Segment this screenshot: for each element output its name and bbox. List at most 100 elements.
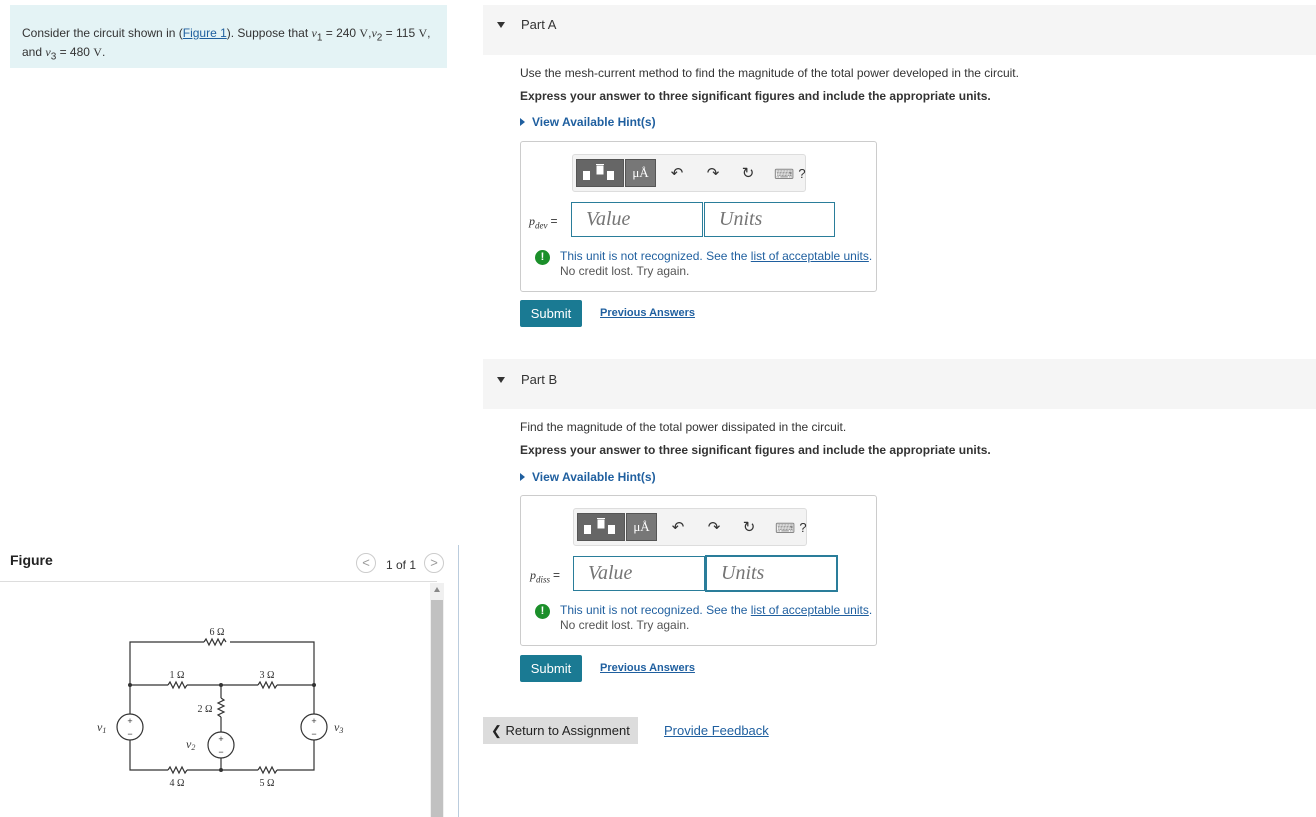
- acceptable-units-link[interactable]: list of acceptable units: [751, 603, 869, 617]
- label-5ohm: 5 Ω: [260, 778, 275, 789]
- hint-label: View Available Hint(s): [532, 470, 656, 484]
- separator: ,: [427, 26, 431, 40]
- part-b-instruction: Express your answer to three significant…: [520, 443, 991, 457]
- math-toolbar: μÅ ↶ ↷ ↻ ⌨ ?: [572, 154, 806, 192]
- resistor-6ohm: [203, 637, 227, 647]
- figure-scrollbar[interactable]: [430, 583, 444, 817]
- v1-minus-sign: −: [127, 729, 132, 739]
- expand-triangle-icon: [520, 473, 525, 481]
- figure-label: Figure: [10, 552, 53, 568]
- units-button[interactable]: μÅ: [626, 513, 657, 541]
- figure-divider: [0, 581, 437, 582]
- keyboard-icon[interactable]: ⌨: [775, 520, 795, 536]
- figure-pager-text: 1 of 1: [386, 558, 417, 572]
- undo-icon[interactable]: ↶: [669, 166, 685, 182]
- v3-minus-sign: −: [311, 729, 316, 739]
- v2-plus-sign: +: [218, 734, 223, 744]
- template-icon: [583, 164, 614, 180]
- circuit-diagram: + − + − + − 6 Ω 1 Ω 3 Ω 2 Ω 4 Ω 5 Ω v1 v…: [97, 627, 343, 789]
- return-to-assignment-button[interactable]: ❮ Return to Assignment: [483, 717, 638, 744]
- error-period: .: [868, 249, 873, 263]
- v1-label-sub: 1: [102, 726, 106, 735]
- label-2ohm: 2 Ω: [198, 704, 213, 715]
- help-icon[interactable]: ?: [794, 166, 810, 182]
- acceptable-units-link[interactable]: list of acceptable units: [751, 249, 869, 263]
- panel-divider: [458, 545, 459, 817]
- v3-label-sub: 3: [338, 726, 343, 735]
- part-b-question: Find the magnitude of the total power di…: [520, 420, 847, 434]
- collapse-caret-icon[interactable]: [497, 377, 505, 383]
- part-a-question: Use the mesh-current method to find the …: [520, 66, 1019, 80]
- error-period: .: [868, 603, 873, 617]
- reset-icon[interactable]: ↻: [740, 166, 756, 182]
- part-a-submit-button[interactable]: Submit: [520, 300, 582, 327]
- resistor-2ohm: [216, 697, 226, 718]
- p-dev-label: pdev =: [529, 214, 558, 230]
- resistor-1ohm: [167, 680, 188, 690]
- part-a-previous-answers-link[interactable]: Previous Answers: [600, 307, 695, 319]
- redo-icon[interactable]: ↷: [705, 166, 721, 182]
- p-diss-label: pdiss =: [530, 568, 560, 584]
- part-b-previous-answers-link[interactable]: Previous Answers: [600, 662, 695, 674]
- figure-link[interactable]: Figure 1: [183, 26, 227, 40]
- label-6ohm: 6 Ω: [210, 627, 225, 638]
- v1-plus-sign: +: [127, 716, 132, 726]
- scroll-thumb: [431, 600, 443, 817]
- chevron-left-icon: ❮: [491, 723, 502, 738]
- part-b-submit-button[interactable]: Submit: [520, 655, 582, 682]
- template-button[interactable]: [577, 513, 625, 541]
- error-icon: !: [535, 250, 550, 265]
- template-button[interactable]: [576, 159, 624, 187]
- provide-feedback-link[interactable]: Provide Feedback: [664, 723, 769, 738]
- error-text: This unit is not recognized. See the: [560, 249, 751, 263]
- math-toolbar: μÅ ↶ ↷ ↻ ⌨ ?: [573, 508, 807, 546]
- var-subscript: dev: [535, 220, 548, 231]
- units-input[interactable]: [704, 202, 835, 237]
- problem-intro: Consider the circuit shown in (: [22, 26, 183, 40]
- expand-triangle-icon: [520, 118, 525, 126]
- value-input[interactable]: [573, 556, 705, 591]
- part-a-title: Part A: [521, 17, 557, 32]
- part-a-answer-box: μÅ ↶ ↷ ↻ ⌨ ? pdev = ! This unit is not r…: [520, 141, 877, 292]
- v2-equals: = 115: [382, 26, 419, 40]
- part-b-hint-toggle[interactable]: View Available Hint(s): [520, 470, 656, 484]
- part-b-title: Part B: [521, 372, 558, 387]
- resistor-5ohm: [257, 765, 278, 775]
- svg-text:v2: v2: [186, 737, 195, 752]
- keyboard-icon[interactable]: ⌨: [774, 166, 794, 182]
- units-input[interactable]: [706, 556, 837, 591]
- label-4ohm: 4 Ω: [170, 778, 185, 789]
- redo-icon[interactable]: ↷: [706, 520, 722, 536]
- undo-icon[interactable]: ↶: [670, 520, 686, 536]
- value-input[interactable]: [571, 202, 703, 237]
- error-message: This unit is not recognized. See the lis…: [560, 249, 872, 279]
- part-b-answer-box: μÅ ↶ ↷ ↻ ⌨ ? pdiss = ! This unit is not …: [520, 495, 877, 646]
- next-figure-button[interactable]: >: [424, 553, 444, 573]
- part-a-instruction: Express your answer to three significant…: [520, 89, 991, 103]
- v3-equals: = 480: [56, 45, 94, 60]
- help-icon[interactable]: ?: [795, 520, 811, 536]
- v1-unit: V: [359, 26, 369, 40]
- part-b-header[interactable]: Part B: [483, 359, 1316, 409]
- var-subscript: diss: [536, 574, 551, 585]
- label-3ohm: 3 Ω: [260, 670, 275, 681]
- v2-label-sub: 2: [191, 743, 195, 752]
- error-icon: !: [535, 604, 550, 619]
- part-a-hint-toggle[interactable]: View Available Hint(s): [520, 115, 656, 129]
- part-a-header[interactable]: Part A: [483, 5, 1316, 55]
- reset-icon[interactable]: ↻: [741, 520, 757, 536]
- v2-minus-sign: −: [218, 747, 223, 757]
- return-label: Return to Assignment: [501, 723, 630, 738]
- period: .: [101, 45, 106, 60]
- equals-sign: =: [550, 214, 558, 228]
- template-icon: [584, 518, 615, 534]
- collapse-caret-icon[interactable]: [497, 22, 505, 28]
- problem-after-link: ). Suppose that: [226, 26, 312, 40]
- error-text: This unit is not recognized. See the: [560, 603, 751, 617]
- v3-plus-sign: +: [311, 716, 316, 726]
- prev-figure-button[interactable]: <: [356, 553, 376, 573]
- units-button[interactable]: μÅ: [625, 159, 656, 187]
- svg-text:v1: v1: [97, 720, 106, 735]
- error-message: This unit is not recognized. See the lis…: [560, 603, 872, 633]
- and-text: and: [22, 45, 46, 60]
